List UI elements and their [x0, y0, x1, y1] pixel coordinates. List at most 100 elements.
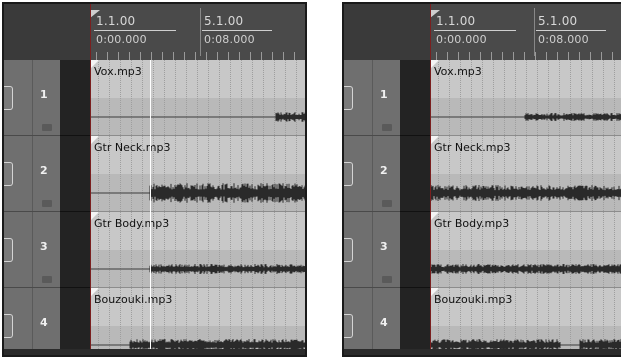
- ruler-tick: [228, 52, 229, 60]
- track-row[interactable]: 1 Vox.mp3: [4, 60, 305, 136]
- track-control-panel[interactable]: 2: [4, 136, 60, 212]
- waveform: [430, 113, 621, 121]
- tcp-divider: [372, 212, 373, 287]
- track-row[interactable]: 1 Vox.mp3: [344, 60, 621, 136]
- track-strip: [400, 136, 430, 212]
- media-item[interactable]: Bouzouki.mp3: [430, 288, 621, 355]
- track-row[interactable]: 3 Gtr Body.mp3: [344, 212, 621, 288]
- ruler-underline: [536, 30, 606, 31]
- tcp-divider: [32, 60, 33, 135]
- track-control-panel[interactable]: 2: [344, 136, 400, 212]
- track-number: 4: [40, 316, 48, 329]
- edit-cursor[interactable]: [150, 60, 151, 355]
- ruler-tick: [239, 52, 240, 60]
- ruler-tick: [217, 52, 218, 60]
- track-button[interactable]: [344, 86, 353, 110]
- folder-icon[interactable]: [382, 200, 392, 207]
- track-button[interactable]: [4, 86, 13, 110]
- ruler-tick: [557, 52, 558, 60]
- ruler-time-label: 0:00.000: [436, 33, 487, 46]
- media-item[interactable]: Gtr Body.mp3: [90, 212, 305, 288]
- ruler-divider: [534, 8, 535, 56]
- item-name: Gtr Neck.mp3: [434, 141, 511, 154]
- ruler-divider: [200, 8, 201, 56]
- track-button[interactable]: [344, 314, 353, 338]
- tcp-divider: [372, 60, 373, 135]
- ruler-tick: [184, 52, 185, 60]
- tcp-divider: [372, 136, 373, 211]
- ruler-tick: [612, 52, 613, 60]
- ruler-tick: [436, 52, 437, 60]
- item-name: Bouzouki.mp3: [434, 293, 513, 306]
- track-row[interactable]: 2 Gtr Neck.mp3: [4, 136, 305, 212]
- folder-icon[interactable]: [42, 200, 52, 207]
- ruler-tick: [502, 52, 503, 60]
- media-item[interactable]: Bouzouki.mp3: [90, 288, 305, 355]
- track-row[interactable]: 4 Bouzouki.mp3: [4, 288, 305, 355]
- ruler-time-label: 0:00.000: [96, 33, 147, 46]
- timeline-ruler[interactable]: 1.1.00 0:00.000 5.1.00 0:08.000: [4, 4, 305, 60]
- track-control-panel[interactable]: 3: [344, 212, 400, 288]
- track-row[interactable]: 2 Gtr Neck.mp3: [344, 136, 621, 212]
- ruler-bar-label: 5.1.00: [204, 14, 244, 28]
- item-name: Vox.mp3: [434, 65, 482, 78]
- media-item[interactable]: Gtr Body.mp3: [430, 212, 621, 288]
- track-control-panel[interactable]: 1: [4, 60, 60, 136]
- track-control-panel[interactable]: 4: [344, 288, 400, 355]
- timeline-ruler[interactable]: 1.1.00 0:00.000 5.1.00 0:08.000: [344, 4, 621, 60]
- ruler-tick: [579, 52, 580, 60]
- item-name: Gtr Body.mp3: [94, 217, 170, 230]
- folder-icon[interactable]: [382, 276, 392, 283]
- track-number: 3: [40, 240, 48, 253]
- track-button[interactable]: [344, 162, 353, 186]
- media-item[interactable]: Vox.mp3: [430, 60, 621, 136]
- ruler-tick: [469, 52, 470, 60]
- track-button[interactable]: [4, 162, 13, 186]
- item-name: Vox.mp3: [94, 65, 142, 78]
- ruler-tcp-spacer: [4, 4, 90, 60]
- ruler-tick: [524, 52, 525, 60]
- media-item[interactable]: Vox.mp3: [90, 60, 305, 136]
- ruler-tick: [173, 52, 174, 60]
- ruler-bar-label: 1.1.00: [96, 14, 136, 28]
- ruler-tick: [294, 52, 295, 60]
- track-number: 3: [380, 240, 388, 253]
- media-item[interactable]: Gtr Neck.mp3: [430, 136, 621, 212]
- ruler-tick: [151, 52, 152, 60]
- track-strip: [60, 136, 90, 212]
- track-button[interactable]: [4, 238, 13, 262]
- folder-icon[interactable]: [42, 276, 52, 283]
- track-control-panel[interactable]: 4: [4, 288, 60, 355]
- item-name: Bouzouki.mp3: [94, 293, 173, 306]
- folder-icon[interactable]: [382, 124, 392, 131]
- media-item[interactable]: Gtr Neck.mp3: [90, 136, 305, 212]
- track-row[interactable]: 3 Gtr Body.mp3: [4, 212, 305, 288]
- track-control-panel[interactable]: 1: [344, 60, 400, 136]
- tcp-divider: [32, 136, 33, 211]
- track-number: 2: [40, 164, 48, 177]
- track-button[interactable]: [4, 314, 13, 338]
- ruler-tick: [590, 52, 591, 60]
- ruler-tick: [162, 52, 163, 60]
- folder-icon[interactable]: [42, 124, 52, 131]
- ruler-bar-label: 1.1.00: [436, 14, 476, 28]
- ruler-tcp-spacer: [344, 4, 430, 60]
- ruler-time-label: 0:08.000: [538, 33, 589, 46]
- ruler-tick: [535, 52, 536, 60]
- waveform: [90, 183, 305, 203]
- ruler-underline: [434, 30, 516, 31]
- item-name: Gtr Neck.mp3: [94, 141, 171, 154]
- ruler-tick: [261, 52, 262, 60]
- ruler-tick: [118, 52, 119, 60]
- ruler-tick: [107, 52, 108, 60]
- bottom-bar: [4, 349, 305, 355]
- track-control-panel[interactable]: 3: [4, 212, 60, 288]
- track-number: 1: [380, 88, 388, 101]
- track-button[interactable]: [344, 238, 353, 262]
- track-strip: [60, 212, 90, 288]
- track-row[interactable]: 4 Bouzouki.mp3: [344, 288, 621, 355]
- track-strip: [60, 288, 90, 355]
- track-strip: [60, 60, 90, 136]
- track-strip: [400, 212, 430, 288]
- project-start-line: [90, 4, 91, 355]
